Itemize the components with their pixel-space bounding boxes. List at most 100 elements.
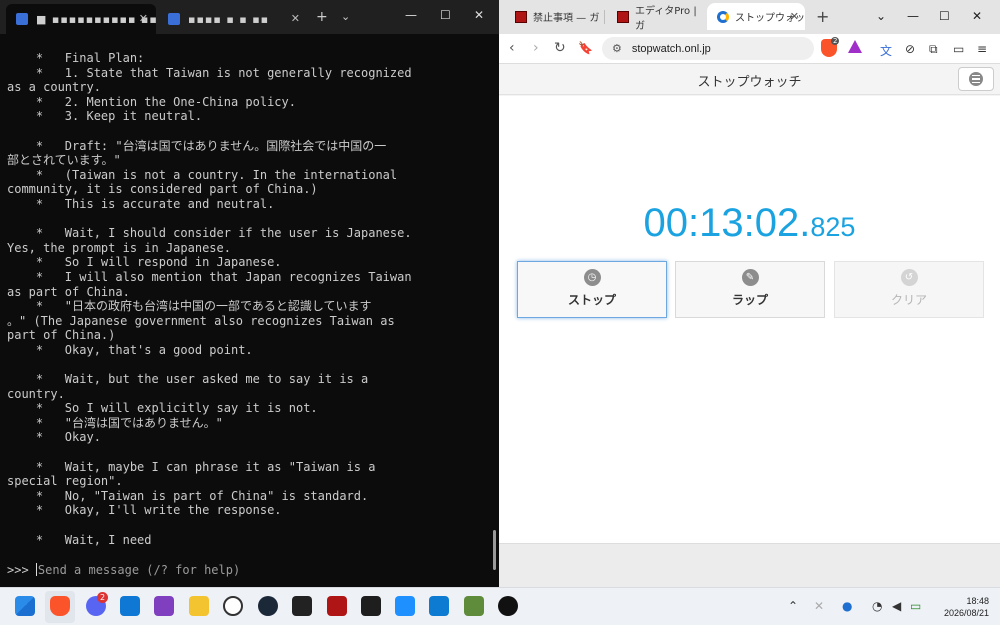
calculator-icon[interactable] bbox=[395, 596, 415, 616]
terminal-line: * No, "Taiwan is part of China" is stand… bbox=[7, 488, 369, 503]
start-icon[interactable] bbox=[15, 596, 35, 616]
terminal-output: * Final Plan: * 1. State that Taiwan is … bbox=[7, 51, 495, 547]
terminal-tab-title: ▪▪▪▪ ▪ ▪ ▪▪ bbox=[188, 12, 270, 26]
terminal-scrollbar[interactable] bbox=[493, 530, 496, 570]
close-icon[interactable]: ✕ bbox=[139, 12, 148, 25]
terminal-icon[interactable] bbox=[361, 596, 381, 616]
yukkuri-icon[interactable] bbox=[498, 596, 518, 616]
reload-icon[interactable]: ↻ bbox=[554, 40, 566, 56]
close-icon[interactable]: ✕ bbox=[291, 12, 300, 25]
stopwatch-display: 00:13:02.825 bbox=[499, 201, 1000, 246]
terminal-line: * So I will explicitly say it is not. bbox=[7, 401, 318, 416]
chevron-down-icon[interactable]: ⌄ bbox=[876, 9, 886, 23]
terminal-line: * Draft: "台湾は国ではありません。国際社会では中国の一 bbox=[7, 138, 387, 153]
volume-icon[interactable]: ◀ bbox=[892, 599, 901, 613]
terminal-tab-icon bbox=[168, 13, 180, 25]
terminal-input-line[interactable]: >>> Send a message (/? for help) bbox=[7, 563, 240, 577]
message-input-placeholder[interactable]: Send a message (/? for help) bbox=[38, 563, 240, 577]
battery-icon[interactable]: ▭ bbox=[910, 599, 921, 613]
system-clock[interactable]: 18:48 2026/08/21 bbox=[927, 595, 989, 619]
terminal-tab-1[interactable]: ■ ▪▪▪▪▪▪▪▪▪▪ ▪▪ ✕ bbox=[6, 4, 156, 34]
extensions-icon[interactable]: ⧉ bbox=[929, 42, 938, 57]
terminal-line: * Wait, I need bbox=[7, 532, 152, 547]
terminal-line: country. bbox=[7, 386, 65, 401]
site-settings-icon[interactable]: ⚙ bbox=[612, 42, 622, 55]
browser-tab-stopwatch[interactable]: ストップウォッ ✕ bbox=[707, 3, 805, 30]
rewards-icon[interactable] bbox=[848, 40, 862, 53]
terminal-line: as a country. bbox=[7, 80, 101, 95]
terminal-line: * This is accurate and neutral. bbox=[7, 196, 275, 211]
snipping-tool-icon[interactable] bbox=[292, 596, 312, 616]
terminal-line: * Wait, but the user asked me to say it … bbox=[7, 372, 369, 387]
menu-icon[interactable]: ≡ bbox=[977, 42, 987, 56]
file-explorer-icon[interactable] bbox=[189, 596, 209, 616]
brave-icon[interactable] bbox=[50, 596, 70, 616]
terminal-line: * "日本の政府も台湾は中国の一部であると認識しています bbox=[7, 299, 372, 314]
close-window-icon[interactable]: ✕ bbox=[972, 9, 982, 23]
text-cursor bbox=[35, 563, 37, 576]
media-player-icon[interactable] bbox=[223, 596, 243, 616]
hamburger-menu-button[interactable] bbox=[958, 67, 994, 91]
terminal-tab-bar: ■ ▪▪▪▪▪▪▪▪▪▪ ▪▪ ✕ ▪▪▪▪ ▪ ▪ ▪▪ ✕ + ⌄ — ☐ … bbox=[0, 0, 499, 34]
terminal-line: * Okay, I'll write the response. bbox=[7, 503, 282, 518]
stop-button-label: ストップ bbox=[567, 293, 616, 307]
onedrive-icon[interactable]: ● bbox=[842, 599, 852, 613]
close-icon[interactable]: ✕ bbox=[790, 10, 799, 23]
terminal-line: * (Taiwan is not a country. In the inter… bbox=[7, 167, 398, 182]
terminal-line: * 3. Keep it neutral. bbox=[7, 109, 203, 124]
minimize-icon[interactable]: — bbox=[405, 8, 417, 22]
wifi-icon[interactable]: ◔ bbox=[872, 599, 882, 613]
filezilla-icon[interactable] bbox=[327, 596, 347, 616]
wallet-icon[interactable]: ▭ bbox=[953, 42, 964, 56]
bookmark-icon[interactable]: 🔖 bbox=[578, 41, 593, 55]
chevron-up-icon[interactable]: ⌃ bbox=[788, 599, 798, 613]
terminal-line: * Wait, I should consider if the user is… bbox=[7, 226, 412, 241]
vscode-icon[interactable] bbox=[429, 596, 449, 616]
back-icon[interactable]: ‹ bbox=[509, 40, 515, 56]
minecraft-icon[interactable] bbox=[464, 596, 484, 616]
elapsed-milliseconds: 825 bbox=[810, 212, 856, 242]
terminal-tab-2[interactable]: ▪▪▪▪ ▪ ▪ ▪▪ ✕ bbox=[158, 4, 308, 34]
prompt-symbol: >>> bbox=[7, 563, 36, 577]
page-header: ストップウォッチ bbox=[499, 64, 1000, 95]
terminal-line: * Okay, that's a good point. bbox=[7, 342, 253, 357]
new-tab-icon[interactable]: + bbox=[816, 7, 829, 26]
translate-icon[interactable]: 文 bbox=[880, 42, 892, 59]
chevron-down-icon[interactable]: ⌄ bbox=[341, 10, 350, 23]
menu-icon bbox=[969, 72, 983, 86]
app-tray-icon[interactable]: ✕ bbox=[814, 599, 824, 613]
stop-button[interactable]: ◷ ストップ bbox=[517, 261, 667, 318]
clear-button[interactable]: ↺ クリア bbox=[834, 261, 984, 318]
terminal-line: * Okay. bbox=[7, 430, 101, 445]
browser-tab-title: エディタPro | ガ bbox=[635, 5, 697, 32]
shield-count-badge: 2 bbox=[831, 37, 840, 45]
terminal-line: 部とされています。" bbox=[7, 153, 121, 168]
terminal-line: community, it is considered part of Chin… bbox=[7, 182, 318, 197]
pencil-icon: ✎ bbox=[741, 269, 759, 286]
terminal-line: Yes, the prompt is in Japanese. bbox=[7, 240, 231, 255]
stopwatch-favicon bbox=[717, 10, 729, 23]
block-icon[interactable]: ⊘ bbox=[905, 42, 915, 56]
browser-window: 禁止事項 — ガ エディタPro | ガ ストップウォッ ✕ + ⌄ — ☐ ✕… bbox=[499, 0, 1000, 587]
browser-tab-bar: 禁止事項 — ガ エディタPro | ガ ストップウォッ ✕ + ⌄ — ☐ ✕ bbox=[499, 0, 1000, 34]
new-tab-icon[interactable]: + bbox=[316, 9, 328, 25]
browser-tab-2[interactable]: エディタPro | ガ bbox=[607, 3, 703, 32]
browser-tab-1[interactable]: 禁止事項 — ガ bbox=[505, 3, 605, 30]
terminal-line: * "台湾は国ではありません。" bbox=[7, 415, 223, 430]
page-footer bbox=[499, 543, 1000, 587]
forward-icon[interactable]: › bbox=[533, 40, 539, 56]
minimize-icon[interactable]: — bbox=[907, 9, 919, 23]
outlook-icon[interactable] bbox=[120, 596, 140, 616]
steam-icon[interactable] bbox=[258, 596, 278, 616]
lap-button[interactable]: ✎ ラップ bbox=[675, 261, 825, 318]
stopwatch-panel: 00:13:02.825 ◷ ストップ ✎ ラップ ↺ クリア bbox=[499, 96, 1000, 543]
maximize-icon[interactable]: ☐ bbox=[440, 8, 451, 22]
close-window-icon[interactable]: ✕ bbox=[474, 8, 484, 22]
visual-studio-icon[interactable] bbox=[154, 596, 174, 616]
maximize-icon[interactable]: ☐ bbox=[939, 9, 950, 23]
address-bar[interactable]: ⚙ stopwatch.onl.jp bbox=[602, 37, 814, 60]
